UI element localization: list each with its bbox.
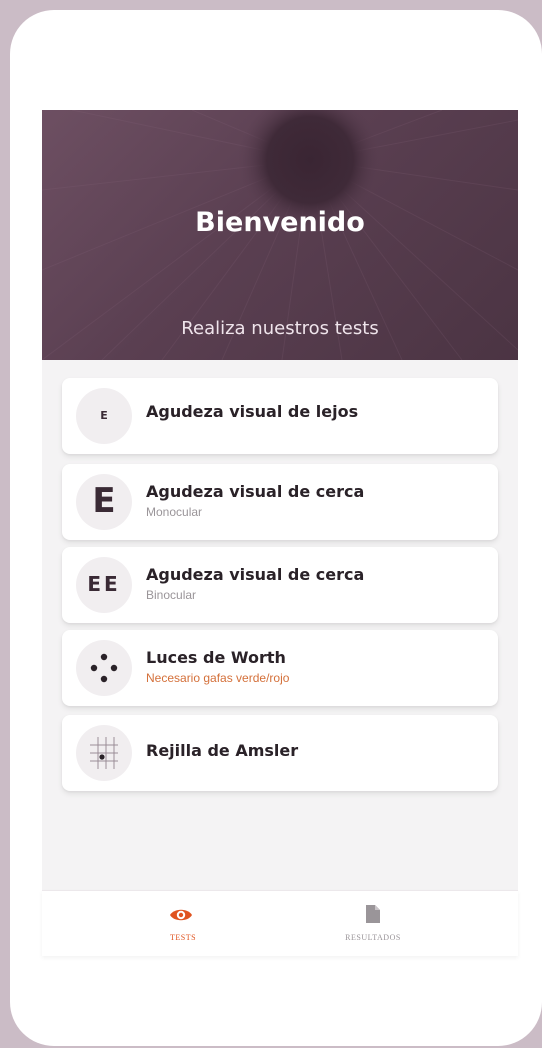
test-card-near-acuity-binocular[interactable]: EE Agudeza visual de cerca Binocular bbox=[62, 547, 498, 623]
test-subtitle: Binocular bbox=[146, 588, 197, 602]
ee-icon: EE bbox=[76, 557, 132, 613]
test-title: Luces de Worth bbox=[146, 648, 286, 667]
phone-frame: Bienvenido Realiza nuestros tests E Agud… bbox=[10, 10, 542, 1046]
test-card-near-acuity-monocular[interactable]: E Agudeza visual de cerca Monocular bbox=[62, 464, 498, 540]
tab-tests[interactable]: TESTS bbox=[42, 891, 280, 956]
test-subtitle-warning: Necesario gafas verde/rojo bbox=[146, 671, 290, 685]
test-title: Agudeza visual de lejos bbox=[146, 402, 359, 421]
app-screen: Bienvenido Realiza nuestros tests E Agud… bbox=[42, 110, 518, 956]
test-title: Agudeza visual de cerca bbox=[146, 565, 365, 584]
welcome-subtitle: Realiza nuestros tests bbox=[181, 318, 379, 339]
e-large-icon: E bbox=[76, 474, 132, 530]
welcome-title: Bienvenido bbox=[195, 207, 365, 238]
hero-banner: Bienvenido Realiza nuestros tests bbox=[42, 110, 518, 360]
eye-icon bbox=[170, 909, 192, 921]
test-title: Agudeza visual de cerca bbox=[146, 482, 365, 501]
test-subtitle: Monocular bbox=[146, 505, 203, 519]
test-card-worth-lights[interactable]: Luces de Worth Necesario gafas verde/roj… bbox=[62, 630, 498, 706]
worth-dots-icon bbox=[76, 640, 132, 696]
test-title: Rejilla de Amsler bbox=[146, 741, 299, 760]
test-card-amsler-grid[interactable]: Rejilla de Amsler bbox=[62, 715, 498, 791]
amsler-grid-icon bbox=[76, 725, 132, 781]
bottom-navigation: TESTS RESULTADOS bbox=[42, 890, 518, 956]
tab-resultados-label: RESULTADOS bbox=[345, 933, 401, 942]
document-icon bbox=[366, 905, 380, 923]
test-card-distance-acuity[interactable]: E Agudeza visual de lejos bbox=[62, 378, 498, 454]
e-small-icon: E bbox=[76, 388, 132, 444]
tab-resultados[interactable]: RESULTADOS bbox=[280, 891, 518, 956]
